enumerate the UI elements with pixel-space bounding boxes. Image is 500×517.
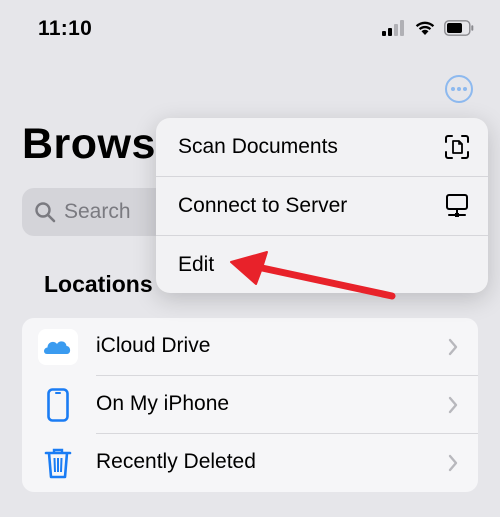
server-icon	[446, 194, 468, 217]
iphone-icon	[38, 387, 78, 423]
search-placeholder: Search	[64, 200, 131, 223]
chevron-right-icon	[448, 396, 458, 414]
location-item-recently-deleted[interactable]: Recently Deleted	[22, 434, 478, 492]
ellipsis-circle-icon	[445, 75, 473, 103]
location-label: iCloud Drive	[96, 334, 211, 357]
scan-document-icon	[445, 135, 469, 159]
trash-icon	[38, 445, 78, 481]
menu-item-scan-documents[interactable]: Scan Documents	[156, 118, 488, 176]
signal-icon	[382, 20, 404, 36]
locations-title: Locations	[44, 271, 153, 297]
location-item-on-my-iphone[interactable]: On My iPhone	[22, 376, 478, 434]
chevron-right-icon	[448, 454, 458, 472]
location-label: Recently Deleted	[96, 450, 256, 473]
status-time: 11:10	[38, 17, 93, 40]
location-item-icloud-drive[interactable]: iCloud Drive	[22, 318, 478, 376]
menu-item-connect-to-server[interactable]: Connect to Server	[156, 177, 488, 235]
page-title: Brows	[22, 120, 156, 168]
status-icons	[382, 20, 474, 36]
menu-item-label: Edit	[178, 253, 215, 276]
status-bar: 11:10	[0, 0, 500, 56]
menu-item-label: Connect to Server	[178, 194, 348, 217]
menu-item-label: Scan Documents	[178, 135, 338, 158]
icloud-icon	[38, 329, 78, 365]
chevron-right-icon	[448, 338, 458, 356]
search-icon	[35, 202, 56, 223]
menu-item-edit[interactable]: Edit	[156, 236, 488, 293]
more-button[interactable]	[444, 74, 474, 104]
location-label: On My iPhone	[96, 392, 230, 415]
context-menu: Scan Documents Connect to Server Edit	[156, 118, 488, 293]
wifi-icon	[415, 21, 435, 35]
locations-list: iCloud Drive On My iPhone Recently Delet…	[22, 318, 478, 492]
battery-icon	[444, 20, 474, 36]
